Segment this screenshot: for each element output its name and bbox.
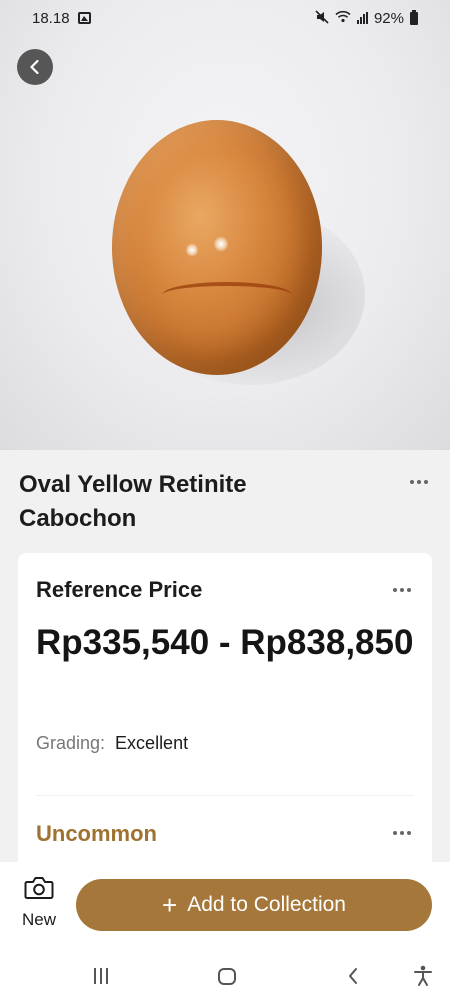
more-horizontal-icon [393,588,397,592]
stone-highlight [186,243,198,257]
add-to-collection-label: Add to Collection [187,893,346,916]
camera-icon [24,877,54,899]
system-nav-bar [0,952,450,1000]
battery-icon [410,9,418,25]
mute-icon [315,9,329,27]
chevron-left-icon [30,59,39,75]
grading-label: Grading: [36,733,106,753]
more-horizontal-icon [410,480,414,484]
product-title: Oval Yellow Retinite Cabochon [19,471,247,532]
add-to-collection-button[interactable]: + Add to Collection [76,879,432,931]
home-icon[interactable] [214,962,240,990]
rarity-label: Uncommon [36,821,157,846]
new-label: New [21,910,56,929]
back-icon[interactable] [340,962,366,990]
stone-highlight [214,236,228,252]
divider [36,795,414,796]
grading-value: Excellent [115,733,189,753]
battery-percent: 92% [373,9,404,27]
reference-price-label: Reference Price [36,577,203,602]
new-scan-button[interactable]: New [12,874,66,936]
accessibility-icon[interactable] [410,962,436,990]
wifi-icon [335,10,351,27]
status-time: 18.18 [32,9,70,27]
price-card: Reference Price Rp335,540 - Rp838,850 Gr… [18,553,432,893]
signal-icon [356,12,368,24]
bottom-action-bar: New + Add to Collection [0,862,450,952]
status-bar: 18.18 92% [0,0,450,36]
more-horizontal-icon [393,831,397,835]
plus-icon: + [162,890,178,920]
image-icon [77,12,91,24]
price-range: Rp335,540 - Rp838,850 [36,623,414,662]
recents-icon[interactable] [88,962,114,990]
back-button[interactable] [17,49,53,85]
grading-row: Grading: Excellent [36,733,188,754]
reference-price-more-button[interactable] [387,582,417,598]
rarity-more-button[interactable] [387,825,417,841]
title-more-button[interactable] [404,474,434,490]
product-image [0,0,450,450]
stone-groove [162,282,292,308]
